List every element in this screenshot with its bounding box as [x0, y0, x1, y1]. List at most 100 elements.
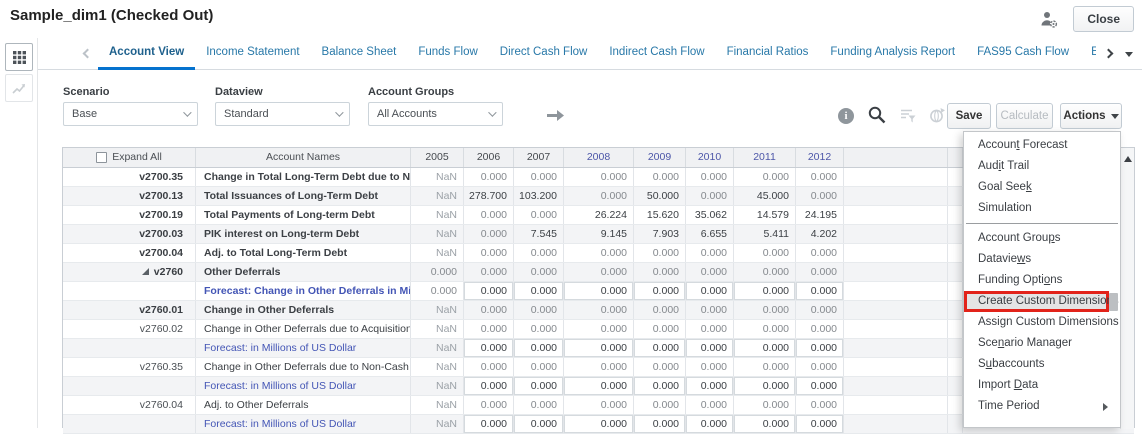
tab-balance-sheet[interactable]: Balance Sheet — [311, 38, 408, 70]
menu-item-funding-options[interactable]: Funding Options — [964, 270, 1120, 291]
tab-income-statement[interactable]: Income Statement — [195, 38, 310, 70]
value-cell-2008[interactable]: 0.000 — [564, 168, 634, 186]
value-cell-2010[interactable]: 0.000 — [686, 320, 734, 338]
value-cell-2012[interactable]: 0.000 — [796, 320, 844, 338]
value-cell-2007[interactable]: 0.000 — [514, 263, 564, 281]
value-cell-2005[interactable]: NaN — [411, 225, 464, 243]
value-cell-2011[interactable]: 0.000 — [734, 377, 796, 395]
value-cell-2009[interactable]: 7.903 — [634, 225, 686, 243]
value-cell-2012[interactable]: 0.000 — [796, 263, 844, 281]
value-cell-2011[interactable]: 0.000 — [734, 263, 796, 281]
value-cell-2009[interactable]: 0.000 — [634, 244, 686, 262]
tab-account-view[interactable]: Account View — [98, 38, 196, 70]
value-cell-2012[interactable]: 4.202 — [796, 225, 844, 243]
value-cell-2010[interactable]: 35.062 — [686, 206, 734, 224]
value-cell-2007[interactable]: 0.000 — [514, 377, 564, 395]
value-cell-2008[interactable]: 0.000 — [564, 244, 634, 262]
value-cell-2012[interactable]: 0.000 — [796, 396, 844, 414]
expand-triangle-icon[interactable] — [141, 268, 149, 275]
value-cell-2008[interactable]: 0.000 — [564, 358, 634, 376]
menu-item-account-groups[interactable]: Account Groups — [964, 228, 1120, 249]
forecast-link-cell[interactable]: Forecast: Change in Other Deferrals in M… — [196, 282, 411, 300]
value-cell-2009[interactable]: 0.000 — [634, 358, 686, 376]
value-cell-2011[interactable]: 0.000 — [734, 244, 796, 262]
value-cell-2005[interactable]: NaN — [411, 244, 464, 262]
value-cell-2006[interactable]: 0.000 — [464, 320, 514, 338]
value-cell-2012[interactable]: 0.000 — [796, 377, 844, 395]
value-cell-2006[interactable]: 0.000 — [464, 377, 514, 395]
tabs-overflow-caret-icon[interactable] — [1125, 52, 1133, 57]
value-cell-2007[interactable]: 0.000 — [514, 168, 564, 186]
value-cell-2009[interactable]: 15.620 — [634, 206, 686, 224]
value-cell-2008[interactable]: 0.000 — [564, 320, 634, 338]
value-cell-2011[interactable]: 0.000 — [734, 282, 796, 300]
value-cell-2009[interactable]: 0.000 — [634, 396, 686, 414]
value-cell-2010[interactable]: 0.000 — [686, 244, 734, 262]
value-cell-2010[interactable]: 0.000 — [686, 263, 734, 281]
value-cell-2011[interactable]: 0.000 — [734, 168, 796, 186]
value-cell-2005[interactable]: NaN — [411, 396, 464, 414]
value-cell-2009[interactable]: 0.000 — [634, 263, 686, 281]
value-cell-2012[interactable]: 0.000 — [796, 168, 844, 186]
value-cell-2007[interactable]: 0.000 — [514, 320, 564, 338]
value-cell-2005[interactable]: NaN — [411, 206, 464, 224]
tab-funds-flow[interactable]: Funds Flow — [407, 38, 488, 70]
refresh-globe-icon[interactable] — [928, 107, 946, 124]
close-button[interactable]: Close — [1073, 6, 1134, 32]
value-cell-2009[interactable]: 0.000 — [634, 377, 686, 395]
user-settings-icon[interactable] — [1038, 9, 1060, 31]
value-cell-2005[interactable]: NaN — [411, 187, 464, 205]
value-cell-2012[interactable]: 0.000 — [796, 187, 844, 205]
chart-view-button[interactable] — [5, 74, 33, 102]
value-cell-2010[interactable]: 6.655 — [686, 225, 734, 243]
value-cell-2012[interactable]: 0.000 — [796, 244, 844, 262]
value-cell-2007[interactable]: 0.000 — [514, 396, 564, 414]
value-cell-2008[interactable]: 0.000 — [564, 415, 634, 433]
value-cell-2010[interactable]: 0.000 — [686, 339, 734, 357]
value-cell-2009[interactable]: 50.000 — [634, 187, 686, 205]
value-cell-2012[interactable]: 0.000 — [796, 415, 844, 433]
value-cell-2012[interactable]: 0.000 — [796, 301, 844, 319]
value-cell-2007[interactable]: 0.000 — [514, 358, 564, 376]
filter-icon[interactable] — [899, 107, 917, 124]
value-cell-2009[interactable]: 0.000 — [634, 282, 686, 300]
value-cell-2008[interactable]: 0.000 — [564, 187, 634, 205]
value-cell-2012[interactable]: 24.195 — [796, 206, 844, 224]
tab-fas95-cash-flow[interactable]: FAS95 Cash Flow — [966, 38, 1080, 70]
value-cell-2005[interactable]: NaN — [411, 358, 464, 376]
search-icon[interactable] — [867, 105, 887, 125]
value-cell-2007[interactable]: 0.000 — [514, 339, 564, 357]
value-cell-2010[interactable]: 0.000 — [686, 301, 734, 319]
value-cell-2006[interactable]: 0.000 — [464, 415, 514, 433]
forecast-link-cell[interactable]: Forecast: in Millions of US Dollar — [196, 415, 411, 433]
value-cell-2011[interactable]: 0.000 — [734, 358, 796, 376]
value-cell-2011[interactable]: 0.000 — [734, 396, 796, 414]
value-cell-2009[interactable]: 0.000 — [634, 415, 686, 433]
value-cell-2011[interactable]: 0.000 — [734, 415, 796, 433]
forecast-link-cell[interactable]: Forecast: in Millions of US Dollar — [196, 377, 411, 395]
menu-item-subaccounts[interactable]: Subaccounts — [964, 354, 1120, 375]
value-cell-2006[interactable]: 0.000 — [464, 396, 514, 414]
value-cell-2012[interactable]: 0.000 — [796, 339, 844, 357]
value-cell-2008[interactable]: 9.145 — [564, 225, 634, 243]
value-cell-2009[interactable]: 0.000 — [634, 301, 686, 319]
value-cell-2006[interactable]: 0.000 — [464, 301, 514, 319]
menu-item-assign-custom-dimensions[interactable]: Assign Custom Dimensions — [964, 312, 1120, 333]
value-cell-2012[interactable]: 0.000 — [796, 282, 844, 300]
value-cell-2006[interactable]: 0.000 — [464, 358, 514, 376]
calculate-button[interactable]: Calculate — [996, 103, 1053, 129]
value-cell-2005[interactable]: NaN — [411, 168, 464, 186]
value-cell-2005[interactable]: 0.000 — [411, 282, 464, 300]
value-cell-2006[interactable]: 0.000 — [464, 339, 514, 357]
tabs-scroll-right-icon[interactable] — [1103, 48, 1114, 59]
info-icon[interactable]: i — [838, 108, 854, 124]
grid-view-button[interactable] — [5, 43, 33, 71]
value-cell-2011[interactable]: 0.000 — [734, 339, 796, 357]
grid-scrollbar[interactable] — [1120, 148, 1134, 429]
scroll-up-icon[interactable] — [1124, 156, 1132, 162]
value-cell-2010[interactable]: 0.000 — [686, 168, 734, 186]
menu-item-account-forecast[interactable]: Account Forecast — [964, 135, 1120, 156]
menu-item-audit-trail[interactable]: Audit Trail — [964, 156, 1120, 177]
tab-executive-summary-report[interactable]: Executive Summary Report — [1080, 38, 1096, 70]
value-cell-2011[interactable]: 14.579 — [734, 206, 796, 224]
